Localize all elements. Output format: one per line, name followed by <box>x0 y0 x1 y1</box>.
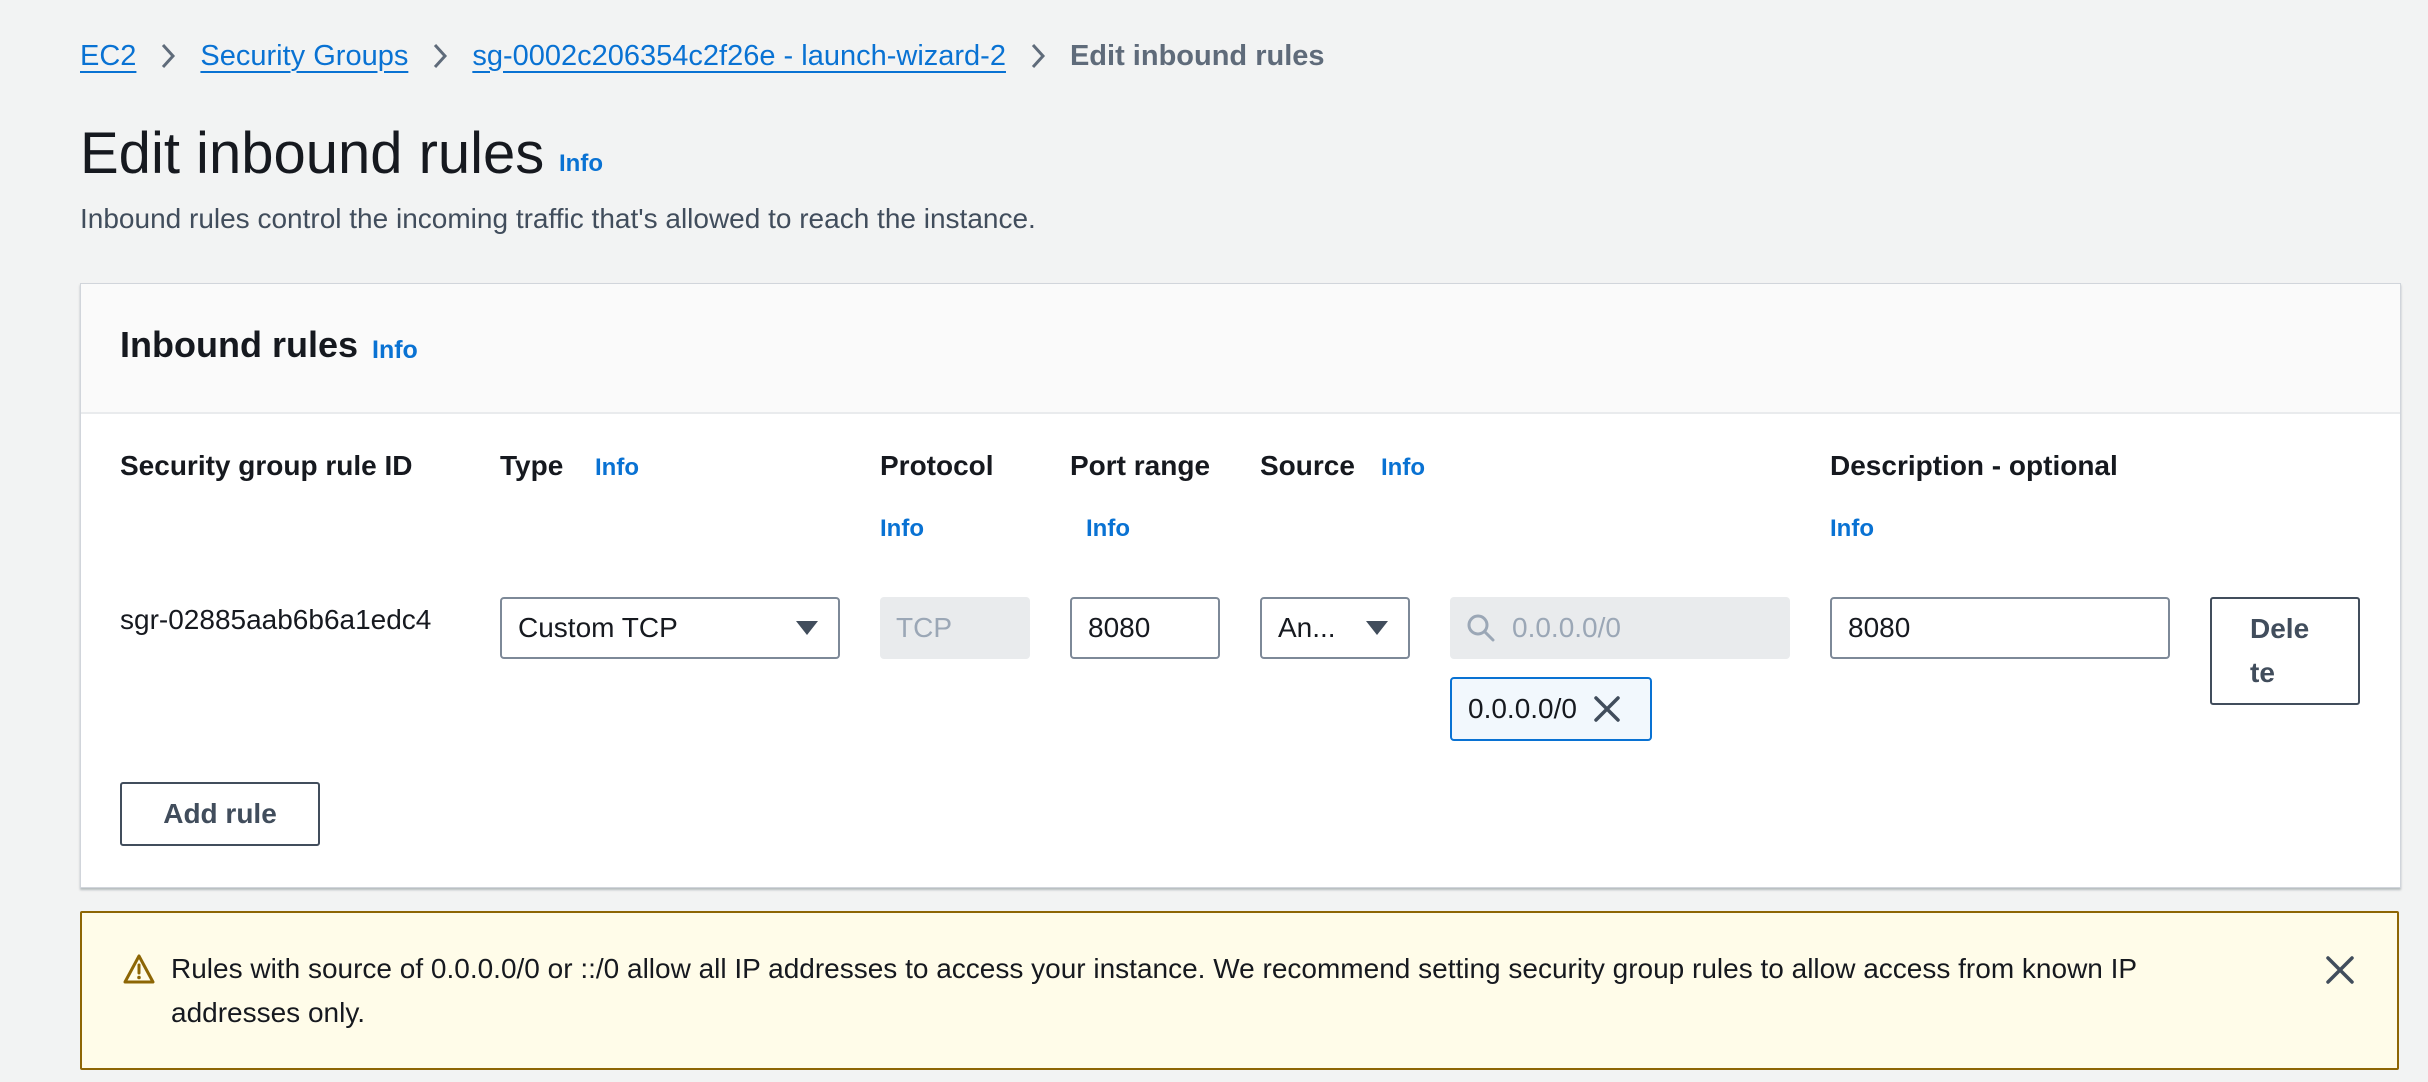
panel-info-link[interactable]: Info <box>372 336 418 365</box>
breadcrumb-security-group[interactable]: sg-0002c206354c2f26e - launch-wizard-2 <box>472 40 1006 73</box>
source-token-label: 0.0.0.0/0 <box>1468 693 1577 724</box>
description-info-link[interactable]: Info <box>1830 515 1874 543</box>
port-range-input[interactable] <box>1070 597 1220 659</box>
search-icon <box>1466 612 1498 644</box>
delete-label-line-1: Dele <box>2250 613 2310 644</box>
panel-header: Inbound rules Info <box>81 284 2400 414</box>
source-type-value: An... <box>1278 612 1336 643</box>
warning-alert: Rules with source of 0.0.0.0/0 or ::/0 a… <box>80 911 2399 1070</box>
column-header-port-range: Port range <box>1070 450 1211 481</box>
column-header-description: Description - optional <box>1830 450 2118 481</box>
column-header-rule-id: Security group rule ID <box>120 450 413 481</box>
source-info-link[interactable]: Info <box>1381 454 1425 482</box>
page-description: Inbound rules control the incoming traff… <box>80 203 1036 234</box>
caret-down-icon <box>1366 621 1388 635</box>
source-search-placeholder: 0.0.0.0/0 <box>1512 612 1621 643</box>
source-type-select[interactable]: An... <box>1260 597 1410 659</box>
protocol-info-link[interactable]: Info <box>880 515 924 543</box>
page-title: Edit inbound rules <box>80 121 545 186</box>
breadcrumb: EC2 Security Groups sg-0002c206354c2f26e… <box>80 38 1325 74</box>
inbound-rules-panel: Inbound rules Info Security group rule I… <box>80 283 2401 888</box>
caret-down-icon <box>796 621 818 635</box>
protocol-input <box>880 597 1030 659</box>
chevron-right-icon <box>158 40 178 72</box>
source-token: 0.0.0.0/0 <box>1450 677 1652 741</box>
remove-token-icon[interactable] <box>1591 693 1623 725</box>
port-range-info-link[interactable]: Info <box>1086 515 1130 543</box>
add-rule-button[interactable]: Add rule <box>120 782 320 846</box>
type-info-link[interactable]: Info <box>595 454 639 482</box>
page-title-info-link[interactable]: Info <box>559 150 603 178</box>
chevron-right-icon <box>1028 40 1048 72</box>
close-icon[interactable] <box>2323 953 2357 987</box>
column-header-protocol: Protocol <box>880 450 994 481</box>
type-select-value: Custom TCP <box>518 612 678 643</box>
column-header-type: Type <box>500 450 564 481</box>
chevron-right-icon <box>430 40 450 72</box>
breadcrumb-ec2[interactable]: EC2 <box>80 40 136 73</box>
breadcrumb-security-groups[interactable]: Security Groups <box>200 40 408 73</box>
delete-label-line-2: te <box>2250 657 2275 688</box>
column-header-source: Source <box>1260 450 1355 481</box>
breadcrumb-current: Edit inbound rules <box>1069 39 1325 72</box>
rule-id: sgr-02885aab6b6a1edc4 <box>120 604 432 635</box>
delete-rule-button[interactable]: Dele te <box>2210 597 2360 705</box>
description-input[interactable] <box>1830 597 2170 659</box>
type-select[interactable]: Custom TCP <box>500 597 840 659</box>
panel-title: Inbound rules <box>120 324 358 365</box>
warning-icon <box>122 953 156 985</box>
source-search-input[interactable]: 0.0.0.0/0 <box>1450 597 1790 659</box>
warning-message: Rules with source of 0.0.0.0/0 or ::/0 a… <box>171 953 2137 1028</box>
